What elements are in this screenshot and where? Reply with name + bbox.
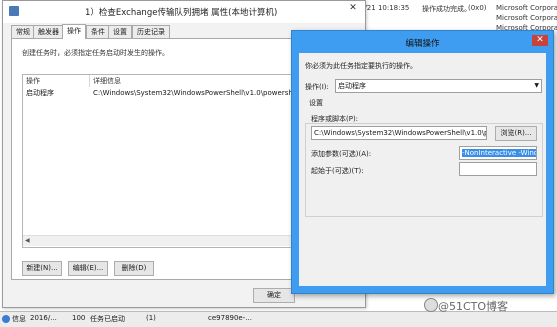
status-count: (1) [146, 314, 156, 322]
chevron-down-icon[interactable]: ▼ [534, 80, 539, 92]
tab-triggers[interactable]: 触发器 [33, 25, 64, 38]
ok-button[interactable]: 确定 [253, 288, 295, 303]
new-button[interactable]: 新建(N)... [22, 261, 62, 276]
title-bar: 1）检查Exchange传输队列拥堵 属性(本地计算机) ✕ [3, 1, 365, 23]
status-event-id: 100 [72, 314, 86, 322]
log-row: 3/21 10:18:35 操作成功完成。 (0x0) Microsoft Co… [360, 4, 557, 14]
info-icon [2, 315, 10, 323]
log-status: 操作成功完成。 [422, 5, 471, 13]
browse-button[interactable]: 浏览(R)... [495, 126, 537, 141]
action-select[interactable]: 启动程序 ▼ [335, 79, 542, 93]
action-selected-value: 启动程序 [338, 82, 366, 90]
tab-general[interactable]: 常规 [11, 25, 35, 38]
action-label: 操作(I): [305, 83, 329, 91]
panel-description: 创建任务时，必须指定任务启动时发生的操作。 [22, 49, 169, 57]
close-icon[interactable]: ✕ [347, 3, 359, 14]
window-title: 1）检查Exchange传输队列拥堵 属性(本地计算机) [85, 8, 278, 18]
arguments-value: -NonInteractive -Wind [462, 149, 537, 157]
instruction-text: 你必须为此任务指定要执行的操作。 [305, 62, 417, 70]
log-publisher: Microsoft Corpora [496, 14, 557, 22]
tab-history[interactable]: 历史记录 [132, 25, 170, 38]
program-label: 程序或脚本(P): [311, 115, 359, 123]
program-input[interactable]: C:\Windows\System32\WindowsPowerShell\v1… [311, 126, 487, 140]
row-details: C:\Windows\System32\WindowsPowerShell\v1… [93, 89, 308, 97]
edit-button[interactable]: 编辑(E)... [68, 261, 108, 276]
log-publisher: Microsoft Corpora [496, 4, 557, 12]
tab-settings[interactable]: 设置 [108, 25, 132, 38]
column-header-action[interactable]: 操作 [26, 76, 40, 86]
start-in-label: 起始于(可选)(T): [311, 167, 364, 175]
settings-label: 设置 [309, 99, 323, 107]
status-level: 信息 [12, 315, 26, 323]
arguments-label: 添加参数(可选)(A): [311, 150, 372, 158]
log-time: 3/21 10:18:35 [360, 4, 410, 12]
column-header-details[interactable]: 详细信息 [93, 76, 121, 86]
start-in-input[interactable] [459, 162, 537, 176]
dialog-title: 编辑操作 [405, 39, 440, 49]
log-row: Microsoft Corpora [360, 14, 557, 24]
status-guid: ce97890e-... [208, 314, 252, 322]
tab-conditions[interactable]: 条件 [86, 25, 110, 38]
close-icon[interactable]: ✕ [532, 35, 548, 46]
edit-action-dialog: 编辑操作 ✕ 你必须为此任务指定要执行的操作。 操作(I): 启动程序 ▼ 设置… [291, 30, 554, 294]
column-divider[interactable] [89, 75, 90, 87]
log-code: (0x0) [468, 4, 487, 12]
delete-button[interactable]: 删除(D) [114, 261, 154, 276]
dialog-body: 你必须为此任务指定要执行的操作。 操作(I): 启动程序 ▼ 设置 程序或脚本(… [299, 53, 546, 286]
tab-actions[interactable]: 操作 [62, 24, 86, 39]
scroll-left-icon[interactable]: ◀ [25, 238, 30, 244]
row-action: 启动程序 [26, 89, 54, 97]
arguments-input[interactable]: -NonInteractive -Wind [459, 146, 537, 160]
task-icon [9, 6, 19, 16]
status-message: 任务已启动 [90, 315, 125, 323]
status-date: 2016/... [30, 314, 57, 322]
watermark: @51CTO博客 [438, 300, 509, 313]
watermark-logo-icon [424, 298, 438, 312]
